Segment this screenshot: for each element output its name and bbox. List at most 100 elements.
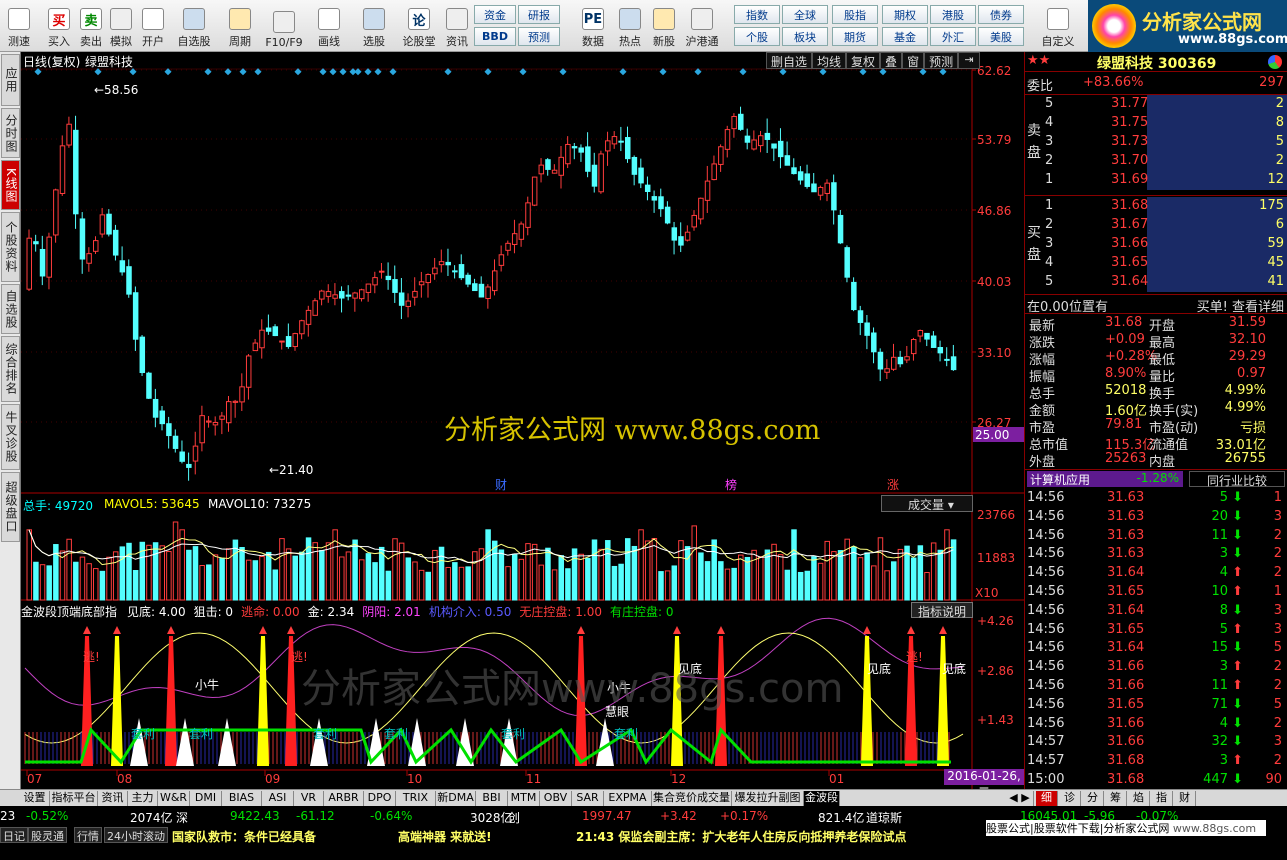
news-tab[interactable]: 行情 bbox=[74, 827, 102, 843]
indicator-tab[interactable]: ARBR bbox=[324, 791, 364, 806]
tick-row: 14:56 31.65 10 ⬆ 1 bbox=[1025, 583, 1287, 602]
custom-button[interactable]: 自定义 bbox=[1038, 3, 1078, 49]
indicator-tab[interactable]: DMI bbox=[190, 791, 222, 806]
lock-button[interactable]: 开户 bbox=[138, 3, 168, 49]
quick-1-3[interactable]: 板块 bbox=[782, 27, 828, 46]
news-tab[interactable]: 24小时滚动 bbox=[104, 827, 168, 843]
nav-timeshare[interactable]: 分时图 bbox=[1, 108, 20, 158]
news-tab[interactable]: 日记 bbox=[0, 827, 28, 843]
indicator-tab[interactable]: 指标平台 bbox=[50, 791, 98, 806]
forum-button[interactable]: 论论股堂 bbox=[398, 3, 440, 49]
quick-1-2[interactable]: 个股 bbox=[734, 27, 780, 46]
quick-0-2[interactable]: 指数 bbox=[734, 5, 780, 24]
f10-button[interactable]: F10/F9 bbox=[262, 3, 306, 49]
sell-button[interactable]: 卖卖出 bbox=[76, 3, 106, 49]
indicator-tab[interactable]: 金波段 bbox=[804, 791, 840, 806]
quick-0-5[interactable]: 期权 bbox=[882, 5, 928, 24]
nav-ranking[interactable]: 综合排名 bbox=[1, 336, 20, 402]
chart-btn-1[interactable]: 均线 bbox=[812, 52, 847, 69]
nav-super-orderbook[interactable]: 超级盘口 bbox=[1, 472, 20, 542]
side-tab[interactable]: 诊 bbox=[1059, 791, 1081, 806]
side-tab[interactable]: 细 bbox=[1036, 791, 1058, 806]
ad-banner[interactable]: 股票公式|股票软件下载|分析家公式网 www.88gs.com bbox=[986, 820, 1266, 836]
star-icon bbox=[183, 8, 205, 30]
volume-selector[interactable]: 成交量 ▾ bbox=[881, 495, 973, 512]
chart-btn-2[interactable]: 复权 bbox=[846, 52, 881, 69]
indicator-tab[interactable]: 设置 bbox=[20, 791, 50, 806]
quick-0-6[interactable]: 港股 bbox=[930, 5, 976, 24]
chart-btn-0[interactable]: 删自选 bbox=[766, 52, 813, 69]
quick-0-4[interactable]: 股指 bbox=[832, 5, 878, 24]
collapse-panel-icon[interactable]: ⇥ bbox=[958, 52, 981, 69]
nav-kline[interactable]: K线图 bbox=[1, 160, 20, 210]
quick-0-7[interactable]: 债券 bbox=[978, 5, 1024, 24]
nav-diagnosis[interactable]: 牛叉诊股 bbox=[1, 404, 20, 470]
volume-bar bbox=[412, 561, 418, 601]
nav-watchlist[interactable]: 自选股 bbox=[1, 284, 20, 334]
clock-button[interactable]: 周期 bbox=[220, 3, 260, 49]
indicator-tab[interactable]: VR bbox=[294, 791, 324, 806]
quick-1-6[interactable]: 外汇 bbox=[930, 27, 976, 46]
indicator-tab[interactable]: 新DMA bbox=[436, 791, 476, 806]
indicator-tab[interactable]: 集合竞价成交量YH bbox=[652, 791, 732, 818]
quick-1-4[interactable]: 期货 bbox=[832, 27, 878, 46]
ipo-button[interactable]: 新股 bbox=[648, 3, 680, 49]
indicator-tab[interactable]: 主力 bbox=[128, 791, 158, 806]
quick-1-1[interactable]: 预测 bbox=[518, 27, 560, 46]
quick-0-0[interactable]: 资金 bbox=[474, 5, 516, 24]
buy-button[interactable]: 买买入 bbox=[44, 3, 74, 49]
pe-button[interactable]: PE 数据 bbox=[578, 3, 608, 49]
indicator-tab[interactable]: 资讯 bbox=[98, 791, 128, 806]
speed-button[interactable]: 测速 bbox=[3, 3, 35, 49]
news-headline[interactable]: 国家队救市：条件已经具备 bbox=[172, 828, 316, 845]
chart-btn-5[interactable]: 预测 bbox=[924, 52, 959, 69]
select-button[interactable]: 选股 bbox=[352, 3, 396, 49]
volume-bar bbox=[73, 561, 79, 601]
indicator-tab[interactable]: EXPMA bbox=[604, 791, 652, 806]
quick-1-5[interactable]: 基金 bbox=[882, 27, 928, 46]
nav-stock-info[interactable]: 个股资料 bbox=[1, 212, 20, 282]
indicator-tab[interactable]: BIAS bbox=[222, 791, 262, 806]
indicator-tab[interactable]: OBV bbox=[540, 791, 572, 806]
side-tab[interactable]: 指 bbox=[1151, 791, 1173, 806]
chart-btn-4[interactable]: 窗 bbox=[902, 52, 925, 69]
volume-bar bbox=[93, 568, 99, 601]
quick-1-7[interactable]: 美股 bbox=[978, 27, 1024, 46]
side-tab[interactable]: 财 bbox=[1174, 791, 1196, 806]
news-tab[interactable]: 股灵通 bbox=[28, 827, 67, 843]
indicator-tab[interactable]: ASI bbox=[262, 791, 294, 806]
pie-chart-icon[interactable] bbox=[1268, 55, 1282, 69]
hammer-button[interactable]: 模拟 bbox=[106, 3, 136, 49]
side-tab[interactable]: 筹 bbox=[1105, 791, 1127, 806]
news-headline[interactable]: 高端神器 来就送! bbox=[398, 828, 492, 845]
indicator-tab[interactable]: MTM bbox=[508, 791, 540, 806]
tick-row: 14:56 31.64 15 ⬇ 5 bbox=[1025, 639, 1287, 658]
chart-btn-3[interactable]: 叠 bbox=[880, 52, 903, 69]
favorite-star-icon[interactable]: ★★ bbox=[1027, 53, 1050, 68]
tab-scroll-arrows-icon[interactable]: ◀ ▶ bbox=[1006, 791, 1034, 806]
quick-1-0[interactable]: BBD bbox=[474, 27, 516, 46]
indicator-help-button[interactable]: 指标说明 bbox=[911, 602, 973, 619]
pen-button[interactable]: 画线 bbox=[308, 3, 350, 49]
kline-chart-area[interactable]: 62.62 53.79 46.86 40.03 33.10 26.27 25.00 ←58.5… bbox=[21, 52, 1024, 799]
indicator-tab[interactable]: BBI bbox=[476, 791, 508, 806]
sector-button[interactable]: 计算机应用 -1.28% bbox=[1027, 471, 1183, 487]
order-ratio-cell: 297 bbox=[1259, 75, 1284, 90]
quick-0-3[interactable]: 全球 bbox=[782, 5, 828, 24]
quick-0-1[interactable]: 研报 bbox=[518, 5, 560, 24]
indicator-tab[interactable]: DPO bbox=[364, 791, 396, 806]
news-headline[interactable]: 21:43 保监会副主席：扩大老年人住房反向抵押养老保险试点 bbox=[576, 828, 906, 845]
side-tab[interactable]: 焰 bbox=[1128, 791, 1150, 806]
indicator-tab[interactable]: TRIX bbox=[396, 791, 436, 806]
side-tab[interactable]: 分 bbox=[1082, 791, 1104, 806]
hk-button[interactable]: 沪港通 bbox=[682, 3, 722, 49]
news-button[interactable]: 资讯 bbox=[442, 3, 472, 49]
indicator-tab[interactable]: 爆发拉升副图 bbox=[732, 791, 804, 806]
indicator-tab[interactable]: W&R bbox=[158, 791, 190, 806]
indicator-tab[interactable]: SAR bbox=[572, 791, 604, 806]
candle-body bbox=[937, 347, 944, 354]
nav-apps[interactable]: 应用 bbox=[1, 54, 20, 106]
industry-compare-button[interactable]: 同行业比较 bbox=[1189, 471, 1285, 488]
hot-button[interactable]: 热点 bbox=[614, 3, 646, 49]
star-button[interactable]: 自选股 bbox=[172, 3, 216, 49]
